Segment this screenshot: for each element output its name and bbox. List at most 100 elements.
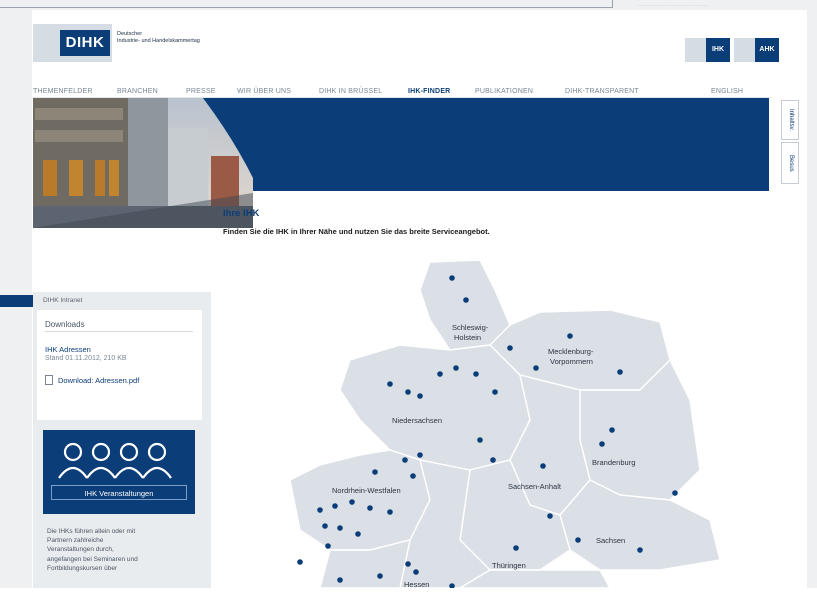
nav-item-dihk-in-bruessel[interactable]: DIHK IN BRÜSSEL (319, 88, 382, 95)
events-text-line: angefangen bei Seminaren und (47, 555, 138, 563)
ihk-dot (405, 561, 411, 567)
ihk-dot (297, 559, 303, 565)
events-text-line: Partnern zahlreiche (47, 537, 104, 545)
ihk-dot (533, 365, 539, 371)
label-mecklenburg: Mecklenburg- (548, 347, 594, 356)
logo-subtitle: Deutscher Industrie- und Handelskammerta… (117, 31, 257, 45)
logo-subtitle-line1: Deutscher (117, 31, 143, 37)
events-text-line: Veranstaltungen durch, (47, 546, 114, 554)
main-nav: THEMENFELDER BRANCHEN PRESSE WIR ÜBER UN… (33, 85, 771, 97)
ahk-button-label: AHK (755, 38, 779, 62)
events-text: Die IHKs führen allein oder mit Partnern… (47, 527, 197, 573)
ihk-button[interactable]: IHK (685, 38, 730, 62)
ihk-dot (567, 333, 573, 339)
ihk-dot (637, 547, 643, 553)
ihk-dot (410, 473, 416, 479)
nav-item-publikationen[interactable]: PUBLIKATIONEN (475, 88, 533, 95)
header-photo (33, 98, 253, 228)
nav-item-dihk-transparent[interactable]: DIHK-TRANSPARENT (565, 88, 639, 95)
label-hessen: Hessen (404, 580, 429, 588)
nav-item-presse[interactable]: PRESSE (186, 88, 216, 95)
ihk-dot (540, 463, 546, 469)
file-title-link[interactable]: IHK Adressen (45, 345, 91, 354)
side-tabs: Inhaltsv. Besus (781, 98, 799, 188)
ihk-dot (413, 569, 419, 575)
ihk-dot (437, 371, 443, 377)
ihk-dot (507, 345, 513, 351)
logo-subtitle-line2: Industrie- und Handelskammertag (117, 38, 200, 44)
events-text-line: Fortbildungskursen über (47, 564, 118, 572)
nav-item-themenfelder[interactable]: THEMENFELDER (33, 88, 93, 95)
pdf-icon (45, 375, 53, 385)
label-brandenburg: Brandenburg (592, 458, 635, 467)
ihk-dot (617, 369, 623, 375)
nav-item-ihk-finder[interactable]: IHK-FINDER (408, 88, 450, 95)
label-sachsen-anhalt: Sachsen-Anhalt (508, 482, 562, 491)
ihk-dot (337, 577, 343, 583)
label-thueringen: Thüringen (492, 561, 526, 570)
download-link-label: Download: Adressen.pdf (58, 375, 140, 385)
section-label[interactable]: DIHK Intranet (43, 297, 82, 304)
ihk-dot (325, 543, 331, 549)
people-icon (58, 442, 172, 479)
top-right-text: …………………… ……………… ……… (638, 2, 709, 7)
ihk-dot (417, 393, 423, 399)
side-tab-inhalt[interactable]: Inhaltsv. (781, 100, 799, 140)
ihk-button-label: IHK (706, 38, 730, 62)
events-text-line: Die IHKs führen allein oder mit (47, 528, 136, 535)
label-schleswig-holstein: Schleswig- (452, 323, 489, 332)
ihk-dot (387, 381, 393, 387)
ihk-dot (402, 457, 408, 463)
ihk-dot (355, 531, 361, 537)
nav-item-english[interactable]: ENGLISH (711, 88, 743, 95)
ihk-dot (492, 389, 498, 395)
sidebar-section-header: DIHK Intranet (0, 295, 211, 307)
ihk-dot (417, 452, 423, 458)
germany-map[interactable]: Schleswig- Holstein Mecklenburg- Vorpomm… (280, 250, 730, 589)
downloads-divider (45, 331, 193, 332)
ahk-button[interactable]: AHK (734, 38, 779, 62)
ihk-dot (477, 437, 483, 443)
page-title: Ihre IHK (223, 208, 260, 219)
page-subtitle: Finden Sie die IHK in Ihrer Nähe und nut… (223, 227, 490, 236)
ihk-dot (463, 297, 469, 303)
file-meta: Stand 01.11.2012, 210 KB (45, 355, 127, 362)
label-sachsen: Sachsen (596, 536, 625, 545)
ihk-dot (322, 523, 328, 529)
ihk-dot (513, 545, 519, 551)
state-niedersachsen (339, 344, 531, 471)
nav-item-branchen[interactable]: BRANCHEN (117, 88, 158, 95)
ihk-dot (473, 371, 479, 377)
ihk-dot (372, 469, 378, 475)
nav-item-wir-ueber-uns[interactable]: WIR ÜBER UNS (237, 88, 291, 95)
ihk-dot (599, 441, 605, 447)
ihk-dot (349, 499, 355, 505)
ihk-dot (317, 507, 323, 513)
ihk-dot (405, 389, 411, 395)
ihk-dot (387, 509, 393, 515)
sidebar-spacer (33, 228, 211, 292)
window-edge (0, 7, 612, 8)
download-link[interactable]: Download: Adressen.pdf (45, 375, 139, 385)
ihk-dot (453, 365, 459, 371)
ihk-dot (367, 505, 373, 511)
ihk-dot (609, 427, 615, 433)
events-label: IHK Veranstaltungen (51, 485, 187, 500)
ihk-dot (547, 513, 553, 519)
events-teaser[interactable]: IHK Veranstaltungen (43, 430, 195, 514)
label-schleswig-holstein-2: Holstein (454, 333, 481, 342)
label-nordrhein-westfalen: Nordrhein-Westfalen (332, 486, 401, 495)
ihk-dot (337, 525, 343, 531)
downloads-title: Downloads (45, 320, 85, 329)
ihk-dot (575, 537, 581, 543)
side-tab-besus[interactable]: Besus (781, 142, 799, 184)
ihk-dot (449, 275, 455, 281)
label-niedersachsen: Niedersachsen (392, 416, 442, 425)
label-vorpommern: Vorpommern (550, 357, 593, 366)
ihk-dot (377, 573, 383, 579)
section-marker (0, 295, 33, 307)
ihk-dot (332, 503, 338, 509)
ihk-dot (672, 490, 678, 496)
ihk-dot (490, 457, 496, 463)
dihk-logo[interactable]: DIHK (60, 30, 110, 56)
